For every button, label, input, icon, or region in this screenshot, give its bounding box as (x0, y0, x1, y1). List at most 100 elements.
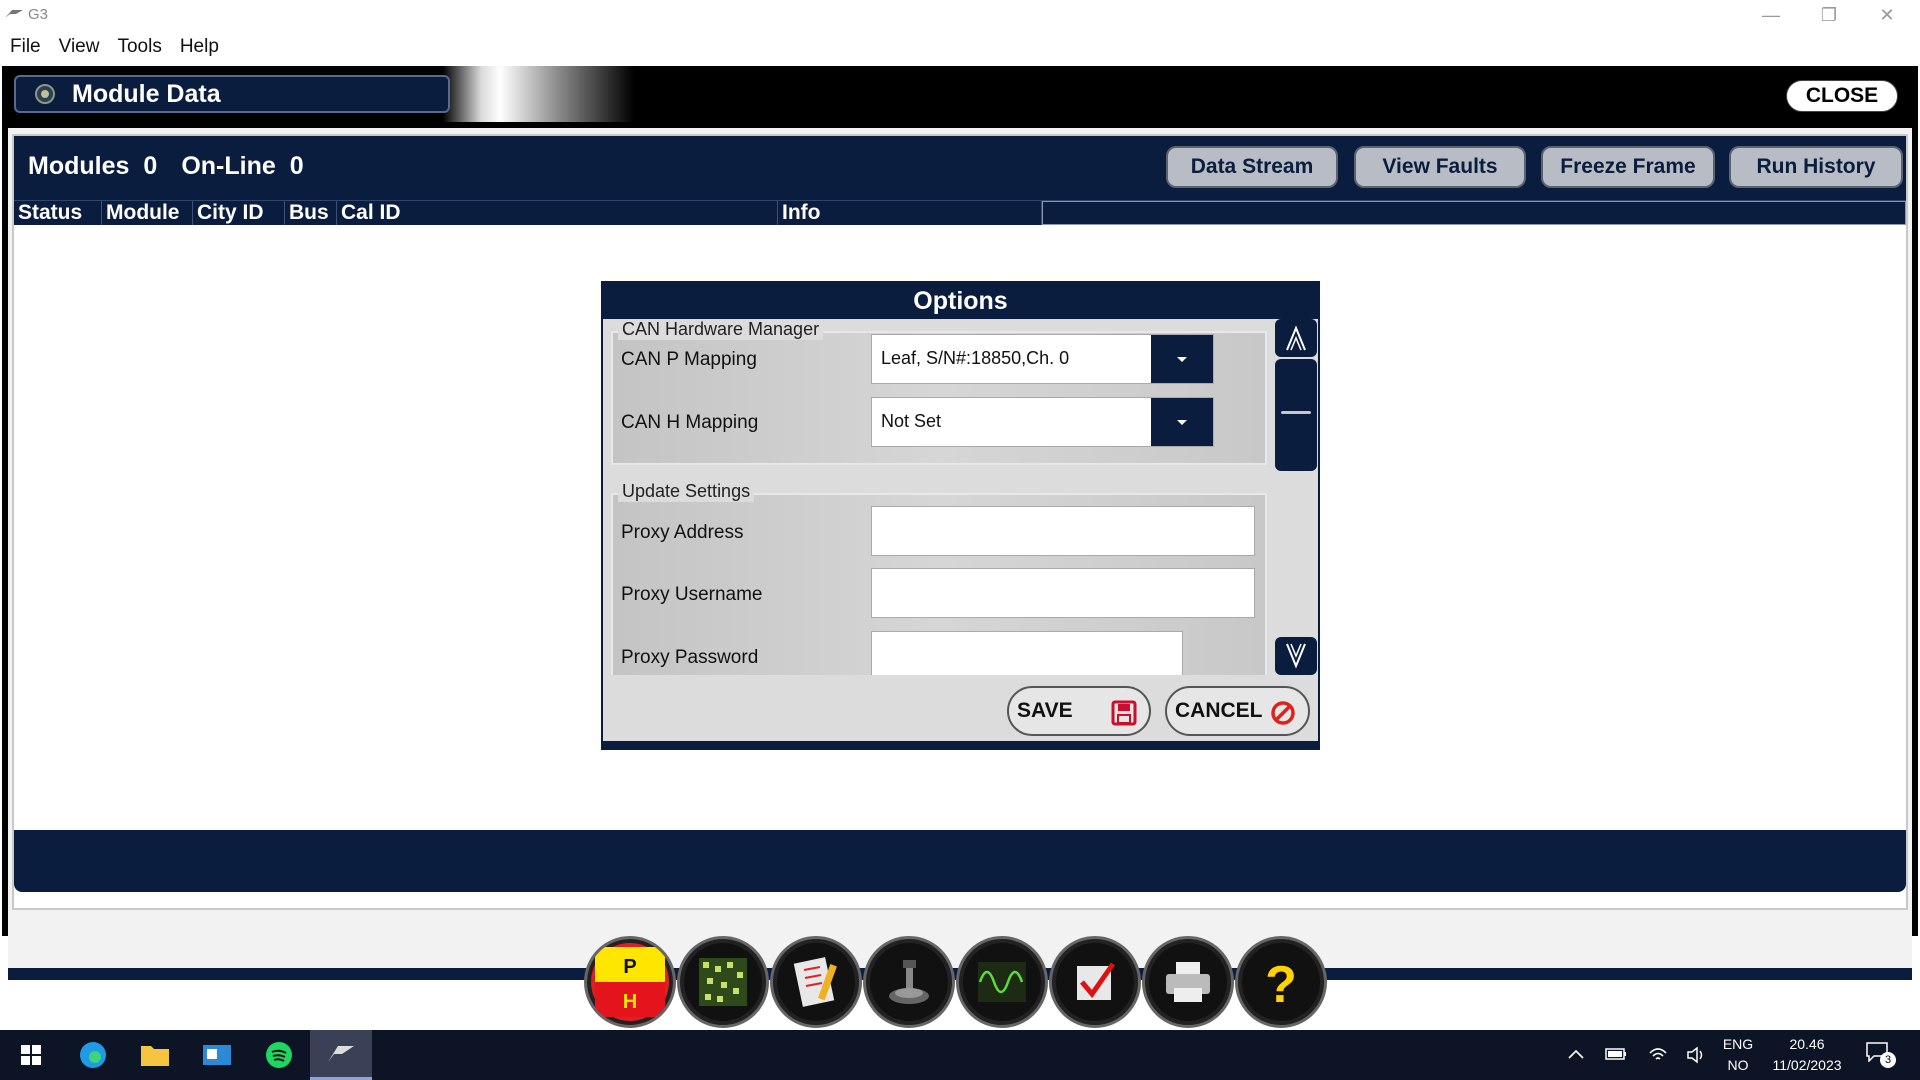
clock[interactable]: 20.46 11/02/2023 (1762, 1034, 1852, 1076)
cancel-label: CANCEL (1175, 699, 1263, 722)
window-title: G3 (28, 6, 49, 23)
options-dialog: Options CAN Hardware Manager CAN P Mappi… (601, 281, 1320, 750)
checkmark-icon[interactable] (1049, 936, 1141, 1028)
view-faults-button[interactable]: View Faults (1354, 146, 1526, 188)
edge-taskbar-item[interactable] (62, 1030, 124, 1080)
help-icon[interactable]: ? (1235, 936, 1327, 1028)
floppy-disk-icon (1111, 700, 1137, 726)
module-data-title: Module Data (14, 75, 450, 113)
run-history-button[interactable]: Run History (1729, 146, 1903, 188)
proxy-address-label: Proxy Address (621, 522, 744, 543)
col-info[interactable]: Info (778, 201, 1042, 225)
menu-tools[interactable]: Tools (108, 36, 170, 58)
bottom-toolbar: P H ? (584, 936, 1328, 1032)
app-icon (5, 10, 23, 18)
language-top: ENG (1722, 1036, 1754, 1052)
menu-bar: File View Tools Help (0, 32, 1920, 62)
can-h-value: Not Set (881, 411, 942, 431)
modules-header: Modules 0 On-Line 0 Data Stream View Faults… (14, 136, 1906, 200)
explorer-taskbar-item[interactable] (124, 1030, 186, 1080)
proxy-username-input[interactable] (871, 568, 1255, 618)
taskbar: ENG NO 20.46 11/02/2023 3 (0, 1030, 1920, 1080)
mail-taskbar-item[interactable] (186, 1030, 248, 1080)
joystick-glyph (889, 960, 929, 1004)
no-entry-icon (1271, 701, 1295, 725)
g3-app-icon (328, 1045, 354, 1062)
options-scroll-area: CAN Hardware Manager CAN P Mapping Leaf,… (609, 319, 1269, 675)
spotify-icon (266, 1042, 292, 1068)
col-status[interactable]: Status (14, 201, 102, 225)
menu-view[interactable]: View (50, 36, 109, 58)
close-window-button[interactable]: ✕ (1858, 0, 1916, 30)
scroll-thumb[interactable] (1275, 359, 1317, 471)
close-button[interactable]: CLOSE (1786, 80, 1898, 112)
g3-taskbar-item[interactable] (310, 1030, 372, 1080)
menu-file[interactable]: File (0, 36, 50, 58)
printer-icon[interactable] (1142, 936, 1234, 1028)
edge-icon (80, 1042, 106, 1068)
chevron-up-icon[interactable] (1568, 1048, 1584, 1060)
proxy-username-label: Proxy Username (621, 584, 763, 605)
start-button[interactable] (0, 1030, 62, 1080)
waveform-icon[interactable] (956, 936, 1048, 1028)
printer-glyph (1166, 962, 1210, 1002)
col-cal-id[interactable]: Cal ID (337, 201, 778, 225)
chevron-down-icon (1177, 419, 1187, 425)
can-p-mapping-combo[interactable]: Leaf, S/N#:18850,Ch. 0 (871, 334, 1214, 384)
can-h-dropdown-button[interactable] (1151, 398, 1213, 446)
notifications-button[interactable]: 3 (1866, 1042, 1896, 1070)
can-p-dropdown-button[interactable] (1151, 335, 1213, 383)
col-spacer (1042, 201, 1906, 225)
menu-help[interactable]: Help (171, 36, 228, 58)
language-indicator[interactable]: ENG NO (1716, 1034, 1760, 1076)
save-button[interactable]: SAVE (1007, 686, 1151, 736)
checklist-pencil-icon[interactable] (770, 936, 862, 1028)
column-header-row: Status Module City ID Bus Cal ID Info (14, 200, 1906, 225)
can-p-label: CAN P Mapping (621, 349, 757, 370)
freeze-frame-button[interactable]: Freeze Frame (1541, 146, 1715, 188)
col-city-id[interactable]: City ID (193, 201, 285, 225)
can-h-mapping-combo[interactable]: Not Set (871, 397, 1214, 447)
col-module[interactable]: Module (102, 201, 193, 225)
scroll-up-button[interactable] (1275, 319, 1317, 357)
minimize-button[interactable]: — (1742, 0, 1800, 30)
joystick-icon[interactable] (863, 936, 955, 1028)
park-hold-icon[interactable]: P H (584, 936, 676, 1028)
online-label: On-Line (181, 152, 276, 180)
language-bottom: NO (1727, 1057, 1749, 1073)
chevron-up-icon (1286, 325, 1306, 351)
dialog-body: CAN Hardware Manager CAN P Mapping Leaf,… (603, 319, 1318, 741)
waveform-glyph (978, 962, 1026, 1002)
clock-date: 11/02/2023 (1772, 1057, 1842, 1073)
modules-label: Modules (28, 152, 130, 180)
spotify-taskbar-item[interactable] (248, 1030, 310, 1080)
window-titlebar: G3 — ❐ ✕ (0, 0, 1920, 30)
proxy-address-input[interactable] (871, 506, 1255, 556)
question-glyph: ? (1265, 956, 1297, 1012)
mail-icon (203, 1045, 231, 1065)
scroll-down-button[interactable] (1275, 637, 1317, 675)
checklist-glyph (793, 957, 837, 1007)
col-bus[interactable]: Bus (285, 201, 337, 225)
proxy-password-input[interactable] (871, 631, 1183, 675)
restore-button[interactable]: ❐ (1800, 0, 1858, 30)
engine-icon (35, 84, 55, 104)
page-title: Module Data (72, 79, 221, 108)
folder-icon (141, 1046, 169, 1066)
ph-glyph: P H (595, 947, 665, 1017)
panel-footer (14, 830, 1906, 892)
options-scrollbar[interactable] (1273, 319, 1318, 675)
battery-icon[interactable] (1605, 1046, 1627, 1062)
cancel-button[interactable]: CANCEL (1165, 686, 1310, 736)
data-stream-button[interactable]: Data Stream (1166, 146, 1338, 188)
circuit-board-icon[interactable] (677, 936, 769, 1028)
can-group-label: CAN Hardware Manager (618, 319, 824, 340)
module-counts: Modules 0 On-Line 0 (28, 152, 328, 181)
ph-top-text: P (623, 956, 636, 978)
can-p-value: Leaf, S/N#:18850,Ch. 0 (881, 348, 1070, 368)
speaker-icon[interactable] (1686, 1045, 1706, 1065)
checkmark-glyph (1077, 962, 1116, 1000)
circuit-glyph (699, 958, 747, 1006)
wifi-icon[interactable] (1648, 1045, 1668, 1065)
windows-icon (21, 1045, 41, 1065)
